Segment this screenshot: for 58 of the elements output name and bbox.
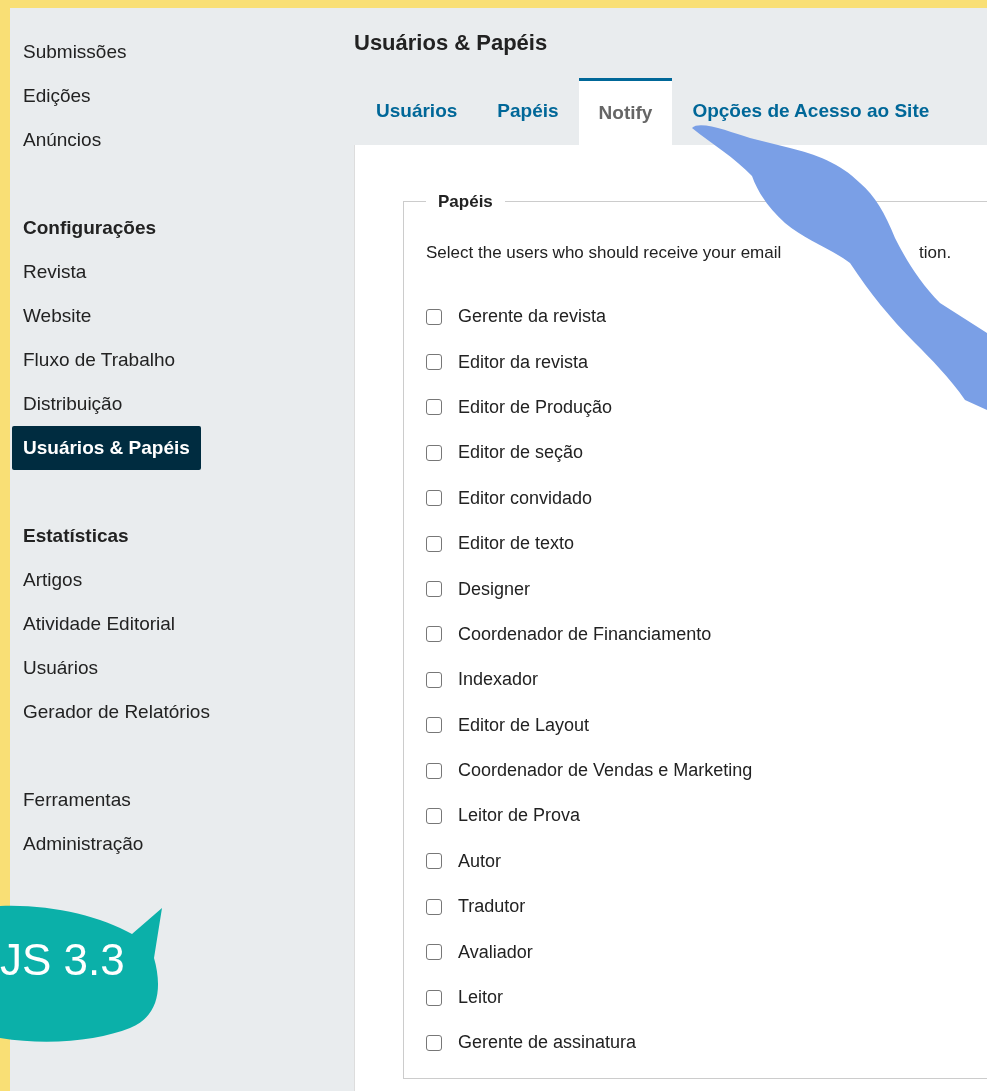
checkbox[interactable] [426, 490, 442, 507]
description-text: Select the users who should receive your email [426, 242, 783, 264]
description-text: tion. [919, 242, 952, 264]
checkbox-label: Editor convidado [458, 486, 593, 510]
checkbox-label: Editor de Layout [458, 713, 590, 737]
checkbox-label: Gerente da revista [458, 305, 607, 329]
checkbox[interactable] [426, 944, 442, 961]
checkbox[interactable] [426, 626, 442, 643]
checkbox-label: Editor de texto [458, 532, 575, 556]
checkbox-label: Autor [458, 849, 502, 873]
checkbox[interactable] [426, 671, 442, 688]
checkbox-label: Coordenador de Vendas e Marketing [458, 759, 753, 783]
tab[interactable]: Notify [578, 78, 673, 145]
sidebar-item[interactable]: Artigos [12, 558, 354, 602]
checkbox[interactable] [426, 444, 442, 461]
tab[interactable]: Papéis [477, 78, 579, 145]
checkbox[interactable] [426, 535, 442, 552]
checkbox[interactable] [426, 399, 442, 416]
sidebar-heading: Estatísticas [22, 523, 130, 548]
checkbox-label: Designer [458, 577, 531, 601]
sidebar-item[interactable]: Fluxo de Trabalho [12, 338, 354, 382]
checkbox-label: Coordenador de Financiamento [458, 622, 712, 646]
checkbox-label: Leitor [458, 986, 504, 1010]
checkbox[interactable] [426, 717, 442, 734]
sidebar-item[interactable]: Website [12, 294, 354, 338]
sidebar-item[interactable]: Submissões [12, 30, 354, 74]
sidebar-item[interactable]: Administração [12, 822, 354, 866]
checkbox-label: Gerente de assinatura [458, 1031, 637, 1055]
checkbox-label: Tradutor [458, 895, 526, 919]
checkbox-label: Leitor de Prova [458, 804, 581, 828]
checkbox-label: Editor da revista [458, 350, 589, 374]
sidebar-item[interactable]: Usuários & Papéis [12, 426, 201, 470]
checkbox[interactable] [426, 308, 442, 325]
sidebar-item[interactable]: Anúncios [12, 118, 354, 162]
sidebar-item[interactable]: Ferramentas [12, 778, 354, 822]
sidebar-item[interactable]: Distribuição [12, 382, 354, 426]
checkbox[interactable] [426, 989, 442, 1006]
sidebar-item[interactable]: Atividade Editorial [12, 602, 354, 646]
checkbox[interactable] [426, 581, 442, 598]
checkbox[interactable] [426, 808, 442, 824]
sidebar-item[interactable]: Gerador de Relatórios [12, 690, 354, 734]
tab[interactable]: Usuários [356, 78, 478, 145]
checkbox-label: Editor de Produção [458, 395, 613, 419]
tab[interactable]: Opções de Acesso ao Site [672, 78, 950, 145]
sidebar-item[interactable]: Usuários [12, 646, 354, 690]
checkbox-label: Indexador [458, 668, 539, 692]
checkbox[interactable] [426, 898, 442, 915]
checkbox-label: Avaliador [458, 940, 533, 964]
version-label: JS 3.3 [0, 938, 125, 982]
checkbox-label: Editor de seção [458, 441, 584, 465]
checkbox[interactable] [426, 853, 442, 870]
sidebar-item[interactable]: Revista [12, 250, 354, 294]
checkbox[interactable] [426, 354, 442, 371]
sidebar-heading: Configurações [22, 215, 158, 240]
checkbox[interactable] [426, 1034, 442, 1051]
page-title: Usuários & Papéis [354, 29, 549, 57]
checkbox[interactable] [426, 762, 442, 779]
sidebar-item[interactable]: Edições [12, 74, 354, 118]
